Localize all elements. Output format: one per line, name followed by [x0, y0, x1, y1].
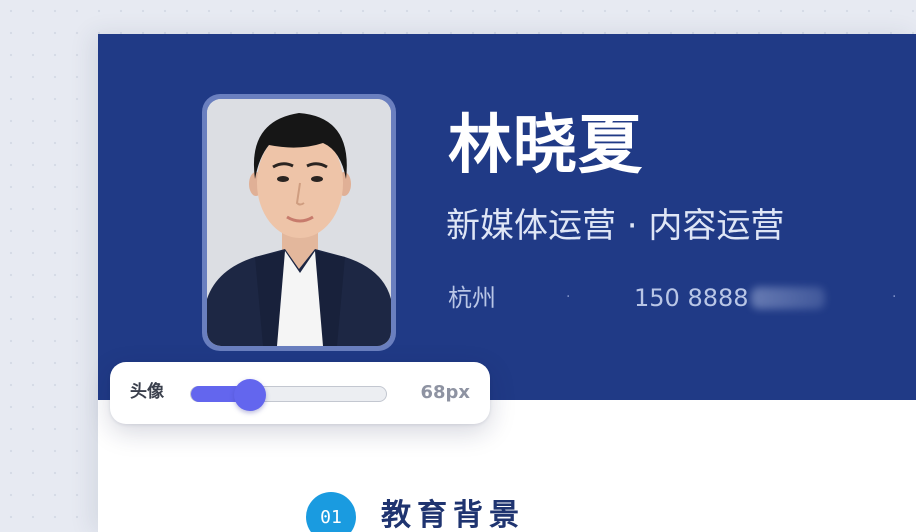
avatar-size-slider-thumb[interactable] [234, 379, 266, 411]
phone-number-visible: 150 8888 [634, 284, 749, 312]
header-banner: 林晓夏 新媒体运营 · 内容运营 杭州 · 150 8888 · [98, 34, 916, 400]
avatar-photo [207, 99, 391, 346]
avatar-size-control: 头像 68px [110, 362, 490, 424]
candidate-name: 林晓夏 [448, 109, 643, 183]
contact-separator: · [892, 289, 897, 305]
section-number-badge: 01 [306, 492, 356, 532]
contact-phone: 150 8888 [634, 286, 825, 310]
contact-city: 杭州 [448, 284, 496, 312]
contact-separator: · [566, 289, 571, 305]
avatar-size-value: 68px [420, 382, 470, 403]
resume-page: 林晓夏 新媒体运营 · 内容运营 杭州 · 150 8888 · 01 教育背景 [98, 34, 916, 532]
avatar-frame[interactable] [202, 94, 396, 351]
section-title: 教育背景 [381, 498, 525, 532]
avatar-size-label: 头像 [130, 382, 164, 402]
job-title: 新媒体运营 · 内容运营 [446, 206, 785, 246]
avatar-size-slider-track[interactable] [190, 379, 387, 411]
phone-number-redaction [750, 287, 825, 309]
